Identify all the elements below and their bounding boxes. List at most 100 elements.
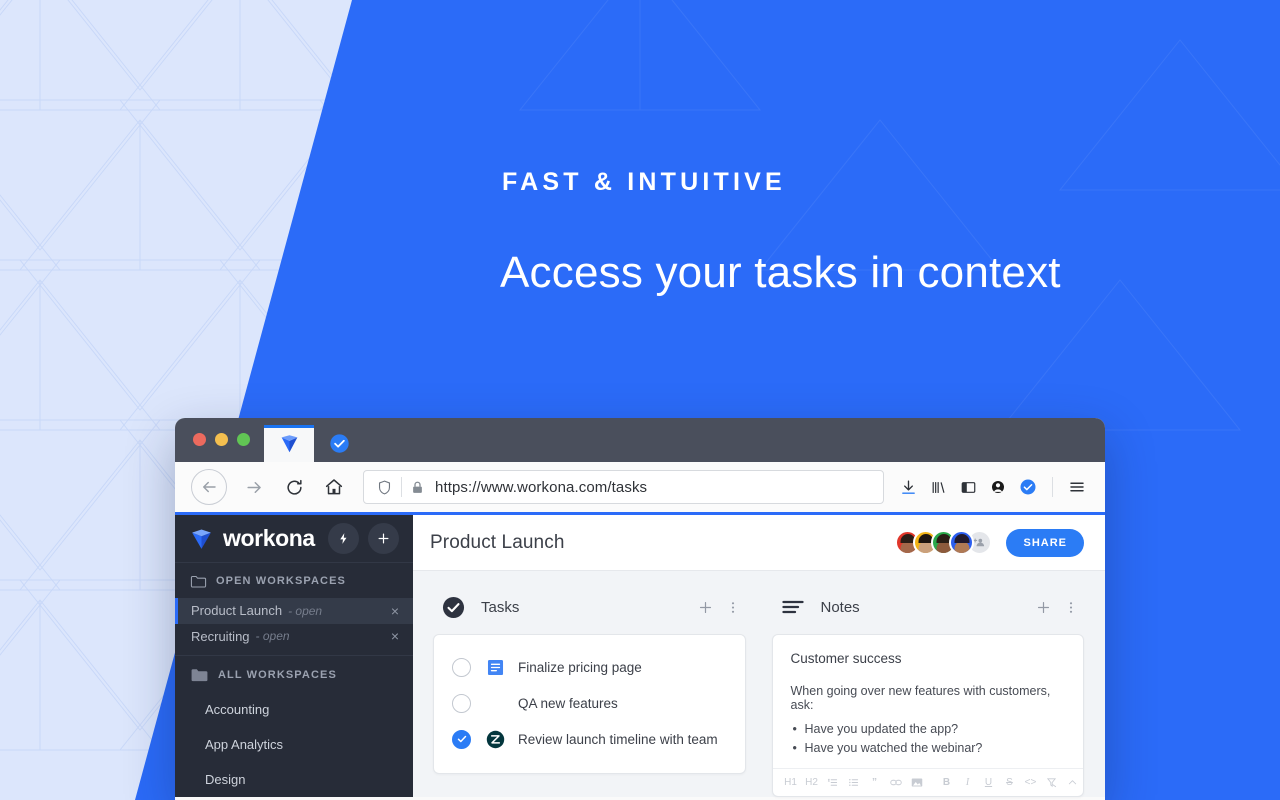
plus-icon bbox=[1037, 601, 1050, 613]
notes-panel-header: Notes bbox=[772, 589, 1085, 625]
main-header: Product Launch SHARE bbox=[413, 515, 1105, 571]
browser-navigation-bar: https://www.workona.com/tasks bbox=[175, 462, 1105, 515]
add-workspace-button[interactable] bbox=[368, 522, 399, 554]
sidebar-item-accounting[interactable]: Accounting bbox=[175, 692, 413, 727]
workona-diamond-icon bbox=[281, 435, 297, 453]
tasks-menu-button[interactable] bbox=[726, 599, 740, 616]
add-task-button[interactable] bbox=[697, 599, 714, 616]
note-intro: When going over new features with custom… bbox=[790, 684, 1051, 712]
home-icon bbox=[325, 479, 343, 495]
sidebar-header: workona bbox=[175, 515, 413, 563]
zendesk-icon bbox=[486, 730, 505, 748]
workspace-status: - open bbox=[255, 629, 290, 644]
workona-extension-button[interactable] bbox=[1014, 470, 1042, 504]
task-row[interactable]: Finalize pricing page bbox=[434, 649, 745, 685]
add-note-button[interactable] bbox=[1035, 599, 1052, 616]
back-button[interactable] bbox=[191, 469, 227, 505]
note-bullet: Have you updated the app? bbox=[791, 720, 1066, 739]
link-icon[interactable] bbox=[889, 777, 902, 788]
forward-arrow-icon bbox=[246, 481, 261, 493]
sidebar-item-design[interactable]: Design bbox=[175, 762, 413, 797]
browser-tab-workona[interactable] bbox=[264, 425, 314, 462]
google-docs-icon bbox=[487, 659, 504, 675]
minimize-window-button[interactable] bbox=[215, 433, 228, 446]
sidebar-item-app-analytics[interactable]: App Analytics bbox=[175, 727, 413, 762]
sidebar-item-product-launch[interactable]: Product Launch - open × bbox=[175, 597, 413, 624]
open-workspaces-header: OPEN WORKSPACES bbox=[175, 563, 413, 598]
note-editor[interactable]: Customer success When going over new fea… bbox=[773, 635, 1084, 768]
more-vertical-icon bbox=[731, 601, 734, 613]
blue-check-circle-icon bbox=[329, 434, 349, 453]
image-icon[interactable] bbox=[911, 777, 923, 788]
close-workspace-icon[interactable]: × bbox=[391, 604, 399, 618]
account-button[interactable] bbox=[984, 470, 1012, 504]
back-arrow-icon bbox=[203, 481, 216, 493]
check-icon bbox=[457, 735, 466, 743]
strikethrough-icon[interactable]: S bbox=[1004, 777, 1016, 788]
app-sidebar: workona OPEN WORKSPACES Product Launch -… bbox=[175, 515, 413, 797]
code-icon[interactable]: <> bbox=[1025, 777, 1037, 788]
window-controls bbox=[175, 433, 264, 462]
note-bullet: Have you watched the webinar? bbox=[791, 739, 1066, 758]
reload-icon bbox=[286, 479, 302, 495]
more-vertical-icon bbox=[1069, 601, 1073, 613]
app-body: workona OPEN WORKSPACES Product Launch -… bbox=[175, 515, 1105, 797]
note-format-toolbar: H1 H2 ” B I U S <> bbox=[772, 768, 1083, 796]
hero-title: Access your tasks in context bbox=[500, 248, 1061, 297]
task-checkbox[interactable] bbox=[452, 729, 471, 749]
browser-tab-tasks[interactable] bbox=[314, 425, 364, 462]
menu-button[interactable] bbox=[1063, 470, 1091, 504]
url-bar[interactable]: https://www.workona.com/tasks bbox=[363, 470, 884, 504]
zoom-window-button[interactable] bbox=[237, 433, 250, 446]
notes-lines-icon bbox=[781, 600, 804, 614]
browser-tab-strip bbox=[175, 418, 1105, 462]
shield-icon[interactable] bbox=[376, 479, 393, 496]
italic-icon[interactable]: I bbox=[962, 777, 974, 788]
sidebar-item-recruiting[interactable]: Recruiting - open × bbox=[175, 624, 413, 650]
heading-2-icon[interactable]: H2 bbox=[805, 777, 818, 788]
panels-container: Tasks Finalize pricing page QA new featu… bbox=[413, 571, 1105, 797]
heading-1-icon[interactable]: H1 bbox=[784, 777, 797, 788]
workspace-status: - open bbox=[288, 603, 323, 618]
forward-button[interactable] bbox=[237, 470, 271, 504]
lock-icon[interactable] bbox=[410, 480, 425, 495]
bold-icon[interactable]: B bbox=[941, 777, 953, 788]
toolbar-divider bbox=[1052, 477, 1053, 497]
browser-toolbar-icons bbox=[894, 470, 1091, 504]
notes-panel-title: Notes bbox=[820, 598, 860, 616]
library-icon bbox=[932, 481, 944, 493]
bullet-list-icon[interactable] bbox=[848, 777, 860, 788]
note-title: Customer success bbox=[790, 651, 902, 666]
library-button[interactable] bbox=[924, 470, 952, 504]
underline-icon[interactable]: U bbox=[983, 777, 995, 788]
downloads-button[interactable] bbox=[894, 470, 922, 504]
blockquote-icon[interactable]: ” bbox=[869, 777, 881, 788]
downloads-icon bbox=[901, 479, 915, 494]
note-bullet-list: Have you updated the app? Have you watch… bbox=[791, 720, 1066, 758]
task-checkbox[interactable] bbox=[452, 693, 471, 713]
home-button[interactable] bbox=[317, 470, 351, 504]
share-button[interactable]: SHARE bbox=[1006, 528, 1084, 557]
hero-eyebrow: FAST & INTUITIVE bbox=[502, 168, 786, 196]
task-checkbox[interactable] bbox=[452, 657, 471, 677]
collapse-chevron-icon[interactable] bbox=[1067, 777, 1079, 788]
notes-menu-button[interactable] bbox=[1064, 599, 1078, 616]
close-workspace-icon[interactable]: × bbox=[391, 629, 399, 643]
collaborator-avatars bbox=[895, 530, 993, 555]
notes-card: Customer success When going over new fea… bbox=[771, 634, 1084, 797]
sidebar-toggle-button[interactable] bbox=[954, 470, 982, 504]
clear-format-icon[interactable] bbox=[1046, 777, 1058, 788]
task-label: Finalize pricing page bbox=[518, 659, 642, 675]
task-label: Review launch timeline with team bbox=[518, 731, 718, 747]
task-row[interactable]: QA new features bbox=[434, 685, 745, 721]
reload-button[interactable] bbox=[277, 470, 311, 504]
tasks-panel-header: Tasks bbox=[433, 589, 746, 625]
all-workspaces-label: ALL WORKSPACES bbox=[218, 669, 337, 682]
quick-switch-button[interactable] bbox=[328, 522, 359, 554]
task-label: QA new features bbox=[518, 695, 618, 711]
task-row[interactable]: Review launch timeline with team bbox=[434, 721, 745, 757]
account-icon bbox=[992, 481, 1004, 493]
browser-window: https://www.workona.com/tasks workona OP… bbox=[175, 418, 1105, 800]
numbered-list-icon[interactable] bbox=[827, 777, 839, 788]
close-window-button[interactable] bbox=[193, 433, 206, 446]
